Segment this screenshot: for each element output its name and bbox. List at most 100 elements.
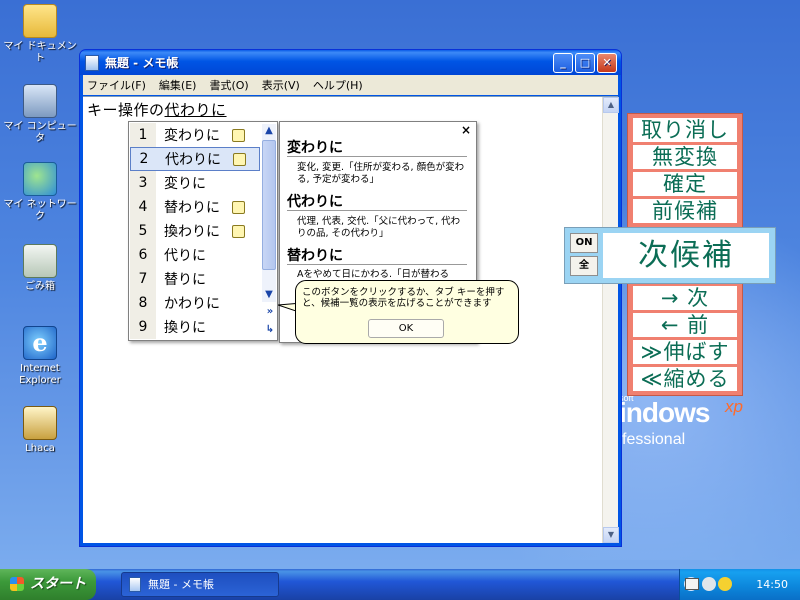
candidate-scroll-thumb[interactable]	[262, 140, 276, 270]
prev-key-button[interactable]: ← 前	[633, 313, 737, 337]
candidate-word: 代りに	[164, 248, 206, 264]
desktop-icon-lhaca[interactable]: Lhaca	[0, 406, 80, 455]
next-candidate-bar: ON 全 次候補	[564, 227, 776, 284]
divider	[287, 156, 467, 157]
network-icon	[23, 162, 57, 196]
divider	[287, 264, 467, 265]
candidate-number: 6	[138, 247, 148, 263]
logo-edition-text: fessional	[622, 431, 686, 448]
vertical-scrollbar[interactable]: ▲ ▼	[602, 97, 619, 543]
memo-icon	[233, 152, 246, 166]
desktop-icon-my-computer[interactable]: マイ コンピュータ	[0, 84, 80, 145]
candidate-item[interactable]: 5 換わりに	[130, 219, 260, 243]
entry-heading: 代わりに	[287, 194, 343, 210]
menu-view[interactable]: 表示(V)	[262, 77, 300, 93]
desktop-icon-label: ごみ箱	[25, 281, 55, 292]
editor-text: キー操作の代わりに	[87, 99, 227, 120]
scroll-up-icon[interactable]: ▲	[262, 124, 276, 138]
clock: 14:50	[756, 578, 788, 591]
desktop-icon-my-network[interactable]: マイ ネットワーク	[0, 162, 80, 223]
desktop-icon-label: マイ ドキュメント	[3, 41, 77, 64]
logo-xp-text: xp	[725, 397, 743, 416]
desktop-icon-internet-explorer[interactable]: e Internet Explorer	[0, 326, 80, 387]
title-bar[interactable]: 無題 - メモ帳 _ □ ✕	[80, 50, 621, 75]
candidate-scrollbar[interactable]: ▲ ▼	[262, 124, 276, 302]
taskbar-button-notepad[interactable]: 無題 - メモ帳	[121, 572, 279, 597]
candidate-word: 代わりに	[165, 152, 221, 168]
desktop-icon-label: マイ ネットワーク	[3, 199, 77, 222]
candidate-word: 変わりに	[164, 128, 220, 144]
window-title: 無題 - メモ帳	[105, 56, 179, 70]
menu-format[interactable]: 書式(O)	[209, 77, 248, 93]
candidate-item[interactable]: 7 替りに	[130, 267, 260, 291]
entry-description: 変化, 変更.「住所が変わる, 顔色が変わる, 予定が変わる」	[297, 162, 465, 185]
menu-edit[interactable]: 編集(E)	[159, 77, 197, 93]
candidate-number: 1	[138, 127, 148, 143]
candidate-word: 替わりに	[164, 200, 220, 216]
undo-key-button[interactable]: 取り消し	[633, 118, 737, 142]
candidate-word: かわりに	[164, 296, 220, 312]
candidate-word: 換りに	[164, 320, 206, 336]
scroll-up-icon[interactable]: ▲	[603, 97, 619, 113]
candidate-item[interactable]: 3 変りに	[130, 171, 260, 195]
confirm-key-button[interactable]: 確定	[633, 172, 737, 196]
scroll-down-icon[interactable]: ▼	[262, 288, 276, 302]
desktop-icon-recycle-bin[interactable]: ごみ箱	[0, 244, 80, 293]
taskbar: スタート 無題 - メモ帳 14:50	[0, 569, 800, 600]
entry-description: 代理, 代表, 交代.「父に代わって, 代わりの品, その代わり」	[297, 216, 461, 239]
expand-list-button[interactable]: »	[263, 305, 277, 319]
sound-icon[interactable]	[718, 577, 732, 591]
candidate-number: 4	[138, 199, 148, 215]
desktop-icon-my-documents[interactable]: マイ ドキュメント	[0, 4, 80, 65]
menu-file[interactable]: ファイル(F)	[87, 77, 146, 93]
close-icon[interactable]: ×	[461, 123, 471, 137]
maximize-button[interactable]: □	[575, 53, 595, 73]
scroll-down-icon[interactable]: ▼	[603, 527, 619, 543]
memo-icon	[232, 224, 245, 238]
ime-tray-icon[interactable]	[702, 577, 716, 591]
menu-bar: ファイル(F) 編集(E) 書式(O) 表示(V) ヘルプ(H)	[83, 75, 618, 95]
close-button[interactable]: ✕	[597, 53, 617, 73]
previous-candidate-key-button[interactable]: 前候補	[633, 199, 737, 223]
candidate-number: 7	[138, 271, 148, 287]
candidate-item[interactable]: 8 かわりに	[130, 291, 260, 315]
candidate-word: 替りに	[164, 272, 206, 288]
lhaca-icon	[23, 406, 57, 440]
candidate-number: 9	[138, 319, 148, 335]
memo-icon	[232, 200, 245, 214]
computer-icon	[23, 84, 57, 118]
candidate-item[interactable]: 4 替わりに	[130, 195, 260, 219]
extend-key-button[interactable]: ≫伸ばす	[633, 340, 737, 364]
recycle-bin-icon	[23, 244, 57, 278]
keyboard-icon[interactable]	[685, 578, 699, 590]
committed-text: キー操作の	[87, 101, 165, 119]
candidate-item[interactable]: 1 変わりに	[130, 123, 260, 147]
next-key-button[interactable]: → 次	[633, 286, 737, 310]
divider	[287, 210, 467, 211]
candidate-item[interactable]: 6 代りに	[130, 243, 260, 267]
ie-icon: e	[23, 326, 57, 360]
candidate-word: 換わりに	[164, 224, 220, 240]
tooltip-balloon: このボタンをクリックするか、タブ キーを押すと、候補一覧の表示を広げることができ…	[295, 280, 519, 344]
ime-candidate-list: 1 変わりに 2 代わりに 3 変りに 4 替わりに 5 換わりに 6 代りに …	[128, 121, 278, 341]
desktop-icon-label: Internet Explorer	[19, 363, 61, 386]
candidate-item[interactable]: 9 換りに	[130, 315, 260, 339]
desktop-icon-label: マイ コンピュータ	[3, 121, 77, 144]
no-conversion-key-button[interactable]: 無変換	[633, 145, 737, 169]
notepad-icon	[85, 54, 99, 71]
candidate-number: 8	[138, 295, 148, 311]
menu-help[interactable]: ヘルプ(H)	[313, 77, 363, 93]
minimize-button[interactable]: _	[553, 53, 573, 73]
memo-icon	[232, 128, 245, 142]
full-width-button[interactable]: 全	[570, 256, 598, 276]
next-candidate-button[interactable]: 次候補	[603, 233, 769, 278]
ok-button[interactable]: OK	[368, 319, 444, 338]
start-button[interactable]: スタート	[0, 569, 96, 600]
folder-icon	[23, 4, 57, 38]
candidate-item-selected[interactable]: 2 代わりに	[130, 147, 260, 171]
on-toggle-button[interactable]: ON	[570, 233, 598, 253]
candidate-number: 5	[138, 223, 148, 239]
shrink-key-button[interactable]: ≪縮める	[633, 367, 737, 391]
notepad-icon	[129, 577, 141, 592]
tooltip-message: このボタンをクリックするか、タブ キーを押すと、候補一覧の表示を広げることができ…	[302, 287, 505, 309]
